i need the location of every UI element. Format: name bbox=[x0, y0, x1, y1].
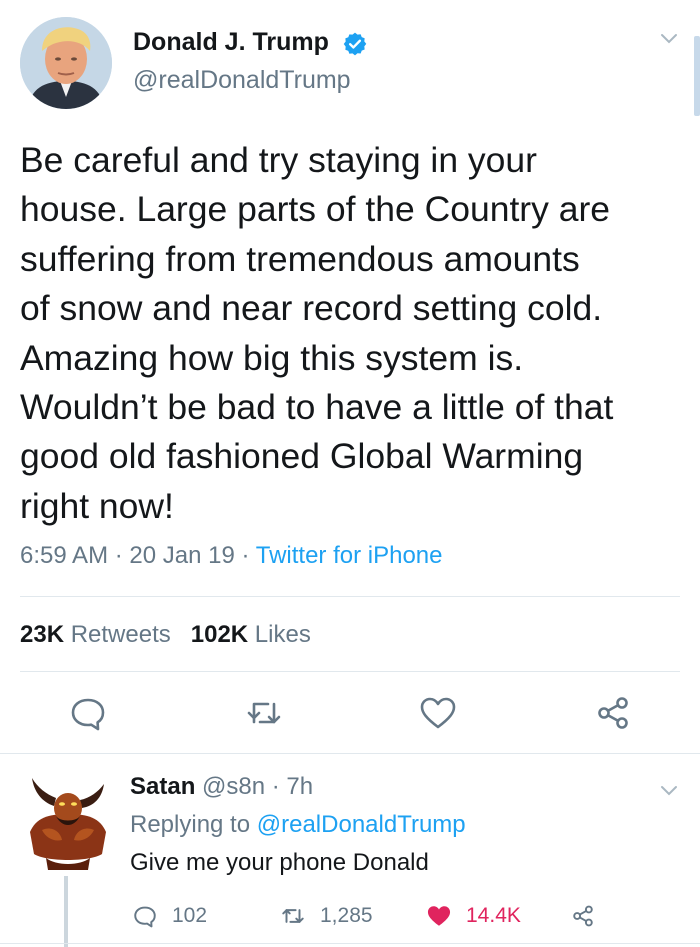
retweet-arrows-icon bbox=[282, 909, 304, 923]
divider bbox=[20, 596, 680, 597]
author-avatar[interactable] bbox=[20, 17, 112, 109]
tweet-date: 20 Jan 19 bbox=[129, 542, 235, 569]
replying-to-mention[interactable]: @realDonaldTrump bbox=[257, 811, 466, 838]
reply-retweet-action[interactable]: 1,285 bbox=[280, 903, 373, 929]
reply-author-name[interactable]: Satan bbox=[130, 773, 195, 800]
verified-badge-icon bbox=[343, 32, 367, 56]
reply-author-avatar[interactable] bbox=[26, 770, 110, 870]
heart-filled-icon bbox=[427, 906, 451, 926]
reply-author-handle[interactable]: @s8n bbox=[202, 773, 265, 800]
retweets-stat[interactable]: 23K Retweets bbox=[20, 621, 171, 648]
retweets-count: 23K bbox=[20, 621, 65, 648]
retweets-label: Retweets bbox=[70, 621, 171, 648]
share-nodes-icon[interactable] bbox=[570, 903, 596, 929]
meta-separator: · bbox=[241, 542, 256, 569]
thread-line bbox=[64, 876, 68, 947]
reply-header: Satan @s8n · 7h bbox=[130, 773, 313, 801]
meta-separator: · bbox=[265, 773, 287, 800]
likes-stat[interactable]: 102K Likes bbox=[191, 621, 311, 648]
replying-prefix: Replying to bbox=[130, 811, 251, 838]
share-nodes-icon[interactable] bbox=[593, 693, 633, 733]
likes-label: Likes bbox=[254, 621, 311, 648]
reply-text: Give me your phone Donald bbox=[130, 849, 429, 876]
tweet-source-link[interactable]: Twitter for iPhone bbox=[256, 542, 443, 569]
reply-count: 102 bbox=[172, 904, 208, 927]
chevron-down-icon[interactable] bbox=[660, 784, 678, 798]
tweet-stats: 23K Retweets 102K Likes bbox=[20, 621, 311, 649]
reply-bubble-icon bbox=[134, 906, 156, 928]
tweet-meta: 6:59 AM · 20 Jan 19 · Twitter for iPhone bbox=[20, 542, 442, 570]
reply-time: 7h bbox=[286, 773, 314, 800]
likes-count: 102K bbox=[190, 621, 249, 648]
meta-separator: · bbox=[114, 542, 130, 569]
replying-to: Replying to @realDonaldTrump bbox=[130, 811, 466, 839]
reply-bubble-icon[interactable] bbox=[68, 693, 108, 733]
tweet-time: 6:59 AM bbox=[20, 542, 109, 569]
author-name[interactable]: Donald J. Trump bbox=[133, 28, 329, 57]
divider bbox=[0, 943, 700, 944]
tweet-text: Be careful and try staying in your house… bbox=[20, 140, 614, 526]
divider bbox=[0, 753, 700, 754]
reply-like-count: 14.4K bbox=[466, 904, 521, 927]
scrollbar-indicator[interactable] bbox=[694, 36, 700, 116]
chevron-down-icon[interactable] bbox=[660, 32, 678, 46]
author-handle[interactable]: @realDonaldTrump bbox=[133, 66, 351, 95]
reply-reply-action[interactable]: 102 bbox=[132, 903, 207, 929]
reply-retweet-count: 1,285 bbox=[320, 904, 373, 927]
retweet-arrows-icon[interactable] bbox=[244, 693, 284, 733]
divider bbox=[20, 671, 680, 672]
heart-outline-icon[interactable] bbox=[418, 693, 458, 733]
reply-like-action[interactable]: 14.4K bbox=[426, 903, 521, 929]
